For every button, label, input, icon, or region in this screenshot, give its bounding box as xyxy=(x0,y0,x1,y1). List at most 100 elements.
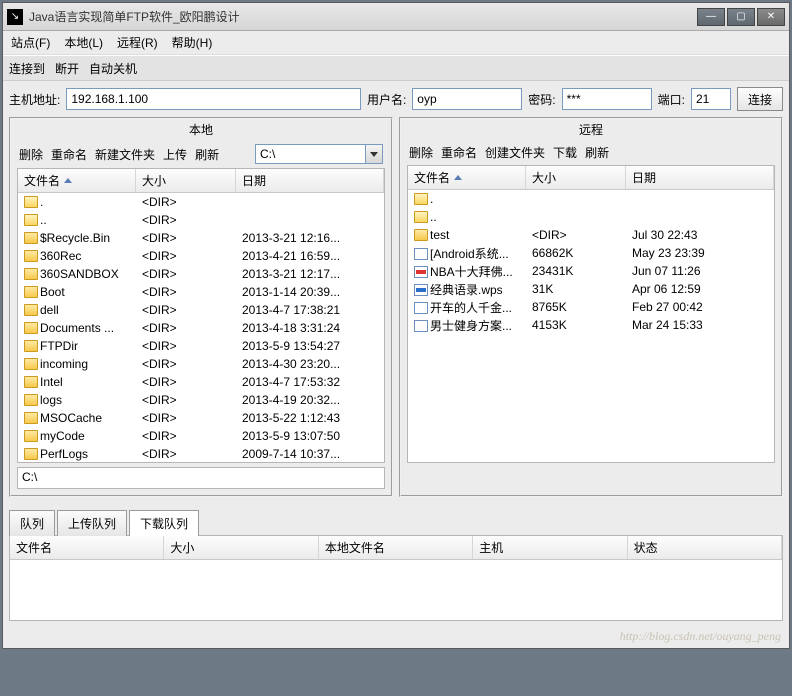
local-columns: 文件名 大小 日期 xyxy=(18,169,384,193)
connect-button[interactable]: 连接 xyxy=(737,87,783,111)
port-input[interactable] xyxy=(691,88,731,110)
menu-remote[interactable]: 远程(R) xyxy=(117,34,158,51)
local-upload[interactable]: 上传 xyxy=(163,146,187,163)
file-row[interactable]: NBA十大拜佛...23431KJun 07 11:26 xyxy=(408,262,774,280)
folder-open-icon xyxy=(414,211,428,223)
title-bar[interactable]: ↘ Java语言实现简单FTP软件_欧阳鹏设计 — ▢ ✕ xyxy=(3,3,789,31)
remote-download[interactable]: 下载 xyxy=(553,144,577,161)
local-title: 本地 xyxy=(11,119,391,140)
minimize-button[interactable]: — xyxy=(697,8,725,26)
folder-icon xyxy=(24,448,38,460)
connection-row: 主机地址: 用户名: 密码: 端口: 连接 xyxy=(3,81,789,117)
remote-delete[interactable]: 删除 xyxy=(409,144,433,161)
file-row[interactable]: 经典语录.wps31KApr 06 12:59 xyxy=(408,280,774,298)
drive-dropdown-icon[interactable] xyxy=(365,144,383,164)
folder-icon xyxy=(24,286,38,298)
drive-input[interactable] xyxy=(255,144,365,164)
queue-tabs: 队列 上传队列 下载队列 xyxy=(3,503,789,535)
file-row[interactable]: Boot<DIR>2013-1-14 20:39... xyxy=(18,283,384,301)
menu-site[interactable]: 站点(F) xyxy=(11,34,50,51)
file-row[interactable]: 开车的人千金...8765KFeb 27 00:42 xyxy=(408,298,774,316)
local-path[interactable]: C:\ xyxy=(17,467,385,489)
folder-icon xyxy=(24,394,38,406)
local-refresh[interactable]: 刷新 xyxy=(195,146,219,163)
menu-help[interactable]: 帮助(H) xyxy=(172,34,213,51)
folder-icon xyxy=(24,232,38,244)
file-row[interactable]: . xyxy=(408,190,774,208)
user-label: 用户名: xyxy=(367,91,406,108)
disconnect-button[interactable]: 断开 xyxy=(55,60,79,77)
file-row[interactable]: ..<DIR> xyxy=(18,211,384,229)
remote-columns: 文件名 大小 日期 xyxy=(408,166,774,190)
folder-icon xyxy=(24,376,38,388)
tab-download-queue[interactable]: 下载队列 xyxy=(129,510,199,536)
file-row[interactable]: myCode<DIR>2013-5-9 13:07:50 xyxy=(18,427,384,445)
remote-title: 远程 xyxy=(401,119,781,140)
remote-refresh[interactable]: 刷新 xyxy=(585,144,609,161)
host-label: 主机地址: xyxy=(9,91,60,108)
tab-queue[interactable]: 队列 xyxy=(9,510,55,536)
col-filename[interactable]: 文件名 xyxy=(18,169,136,192)
window-title: Java语言实现简单FTP软件_欧阳鹏设计 xyxy=(29,8,697,25)
remote-rename[interactable]: 重命名 xyxy=(441,144,477,161)
qcol-filename[interactable]: 文件名 xyxy=(10,536,164,559)
folder-icon xyxy=(24,412,38,424)
qcol-size[interactable]: 大小 xyxy=(164,536,318,559)
col-date[interactable]: 日期 xyxy=(236,169,384,192)
drive-combo[interactable] xyxy=(255,144,383,164)
file-row[interactable]: 360Rec<DIR>2013-4-21 16:59... xyxy=(18,247,384,265)
local-delete[interactable]: 删除 xyxy=(19,146,43,163)
host-input[interactable] xyxy=(66,88,361,110)
password-label: 密码: xyxy=(528,91,555,108)
remote-pane: 远程 删除 重命名 创建文件夹 下载 刷新 文件名 大小 日期 ...test<… xyxy=(399,117,783,497)
remote-toolbar: 删除 重命名 创建文件夹 下载 刷新 xyxy=(401,140,781,165)
file-row[interactable]: .<DIR> xyxy=(18,193,384,211)
file-row[interactable]: incoming<DIR>2013-4-30 23:20... xyxy=(18,355,384,373)
local-rename[interactable]: 重命名 xyxy=(51,146,87,163)
file-row[interactable]: test<DIR>Jul 30 22:43 xyxy=(408,226,774,244)
app-window: ↘ Java语言实现简单FTP软件_欧阳鹏设计 — ▢ ✕ 站点(F) 本地(L… xyxy=(2,2,790,649)
watermark: http://blog.csdn.net/ouyang_peng xyxy=(3,627,789,648)
file-row[interactable]: Documents ...<DIR>2013-4-18 3:31:24 xyxy=(18,319,384,337)
qcol-localname[interactable]: 本地文件名 xyxy=(319,536,473,559)
auto-shutdown-button[interactable]: 自动关机 xyxy=(89,60,137,77)
qcol-host[interactable]: 主机 xyxy=(473,536,627,559)
folder-icon xyxy=(24,304,38,316)
file-row[interactable]: FTPDir<DIR>2013-5-9 13:54:27 xyxy=(18,337,384,355)
flv-icon xyxy=(414,266,428,278)
remote-newfolder[interactable]: 创建文件夹 xyxy=(485,144,545,161)
file-row[interactable]: dell<DIR>2013-4-7 17:38:21 xyxy=(18,301,384,319)
menu-local[interactable]: 本地(L) xyxy=(64,34,103,51)
file-row[interactable]: Intel<DIR>2013-4-7 17:53:32 xyxy=(18,373,384,391)
port-label: 端口: xyxy=(658,91,685,108)
file-row[interactable]: $Recycle.Bin<DIR>2013-3-21 12:16... xyxy=(18,229,384,247)
maximize-button[interactable]: ▢ xyxy=(727,8,755,26)
file-row[interactable]: .. xyxy=(408,208,774,226)
queue-body[interactable] xyxy=(10,560,782,620)
remote-rows[interactable]: ...test<DIR>Jul 30 22:43[Android系统...668… xyxy=(408,190,774,462)
local-rows[interactable]: .<DIR>..<DIR>$Recycle.Bin<DIR>2013-3-21 … xyxy=(18,193,384,462)
local-pane: 本地 删除 重命名 新建文件夹 上传 刷新 文件名 大小 日期 .<DIR>..… xyxy=(9,117,393,497)
connect-to-button[interactable]: 连接到 xyxy=(9,60,45,77)
doc-icon xyxy=(414,302,428,314)
local-file-list: 文件名 大小 日期 .<DIR>..<DIR>$Recycle.Bin<DIR>… xyxy=(17,168,385,463)
file-row[interactable]: PerfLogs<DIR>2009-7-14 10:37... xyxy=(18,445,384,462)
close-button[interactable]: ✕ xyxy=(757,8,785,26)
username-input[interactable] xyxy=(412,88,522,110)
qcol-status[interactable]: 状态 xyxy=(628,536,782,559)
col-filename[interactable]: 文件名 xyxy=(408,166,526,189)
file-row[interactable]: logs<DIR>2013-4-19 20:32... xyxy=(18,391,384,409)
file-row[interactable]: MSOCache<DIR>2013-5-22 1:12:43 xyxy=(18,409,384,427)
folder-icon xyxy=(24,250,38,262)
file-row[interactable]: [Android系统...66862KMay 23 23:39 xyxy=(408,244,774,262)
file-row[interactable]: 男士健身方案...4153KMar 24 15:33 xyxy=(408,316,774,334)
tab-upload-queue[interactable]: 上传队列 xyxy=(57,510,127,536)
doc-icon xyxy=(414,248,428,260)
folder-open-icon xyxy=(414,193,428,205)
password-input[interactable] xyxy=(562,88,652,110)
col-date[interactable]: 日期 xyxy=(626,166,774,189)
col-size[interactable]: 大小 xyxy=(526,166,626,189)
local-newfolder[interactable]: 新建文件夹 xyxy=(95,146,155,163)
col-size[interactable]: 大小 xyxy=(136,169,236,192)
file-row[interactable]: 360SANDBOX<DIR>2013-3-21 12:17... xyxy=(18,265,384,283)
